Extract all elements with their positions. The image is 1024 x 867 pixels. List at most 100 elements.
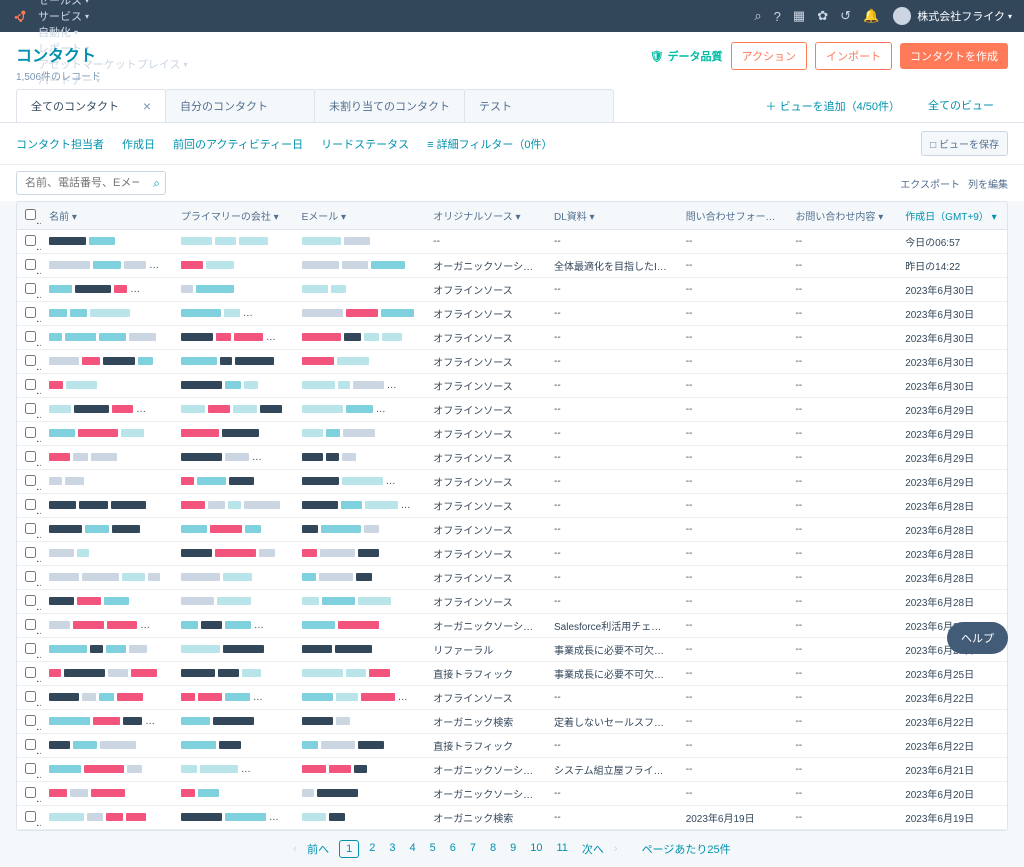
search-input[interactable] (16, 171, 166, 195)
row-checkbox[interactable] (17, 254, 41, 278)
table-row[interactable]: --------今日の06:57 (17, 230, 1007, 254)
page-number[interactable]: 7 (466, 840, 480, 858)
filter-link[interactable]: 作成日 (122, 136, 155, 152)
page-number[interactable]: 3 (385, 840, 399, 858)
row-checkbox[interactable] (17, 710, 41, 734)
row-checkbox[interactable] (17, 422, 41, 446)
tab[interactable]: 自分のコンタクト (165, 89, 315, 122)
page-number[interactable]: 5 (426, 840, 440, 858)
row-checkbox[interactable] (17, 230, 41, 254)
tab[interactable]: テスト (464, 89, 614, 122)
column-header[interactable]: 名前 ▾ (41, 202, 173, 230)
page-number[interactable]: 8 (486, 840, 500, 858)
row-checkbox[interactable] (17, 734, 41, 758)
table-row[interactable]: オーガニックソーシャル全体最適化を目指したITシス…----昨日の14:22 (17, 254, 1007, 278)
table-row[interactable]: 直接トラフィック------2023年6月22日 (17, 734, 1007, 758)
row-checkbox[interactable] (17, 542, 41, 566)
row-checkbox[interactable] (17, 806, 41, 830)
column-header[interactable]: オリジナルソース ▾ (425, 202, 546, 230)
table-row[interactable]: オフラインソース------2023年6月30日 (17, 326, 1007, 350)
import-button[interactable]: インポート (815, 42, 892, 70)
row-checkbox[interactable] (17, 326, 41, 350)
nav-item[interactable]: セールス▾ (38, 0, 187, 8)
table-row[interactable]: 直接トラフィック事業成長に必要不可欠な経営…----2023年6月25日 (17, 662, 1007, 686)
page-number[interactable]: 11 (552, 840, 571, 858)
column-header[interactable]: DL資料 ▾ (546, 202, 678, 230)
column-header[interactable]: お問い合わせ内容 ▾ (787, 202, 897, 230)
account-menu[interactable]: 株式会社フライク ▾ (893, 7, 1012, 25)
page-number[interactable]: 4 (405, 840, 419, 858)
all-views-link[interactable]: 全てのビュー (914, 89, 1008, 122)
row-checkbox[interactable] (17, 614, 41, 638)
table-row[interactable]: オフラインソース------2023年6月28日 (17, 566, 1007, 590)
search-icon[interactable]: ⌕ (754, 8, 761, 24)
table-row[interactable]: オフラインソース------2023年6月30日 (17, 278, 1007, 302)
actions-button[interactable]: アクション (731, 42, 807, 70)
hubspot-logo-icon[interactable] (12, 8, 28, 24)
filter-link[interactable]: リードステータス (321, 136, 409, 152)
table-row[interactable]: オフラインソース------2023年6月28日 (17, 542, 1007, 566)
marketplace-icon[interactable]: ▦ (793, 8, 805, 24)
settings-icon[interactable]: ✿ (817, 8, 828, 24)
page-number[interactable]: 6 (446, 840, 460, 858)
table-row[interactable]: オフラインソース------2023年6月22日 (17, 686, 1007, 710)
row-checkbox[interactable] (17, 278, 41, 302)
row-checkbox[interactable] (17, 782, 41, 806)
tab[interactable]: 全てのコンタクト× (16, 89, 166, 122)
row-checkbox[interactable] (17, 662, 41, 686)
table-row[interactable]: リファーラル事業成長に必要不可欠な経営…----2023年6月27日 (17, 638, 1007, 662)
tab[interactable]: 未割り当てのコンタクト (314, 89, 465, 122)
table-row[interactable]: オフラインソース------2023年6月30日 (17, 302, 1007, 326)
table-row[interactable]: オフラインソース------2023年6月29日 (17, 446, 1007, 470)
help-icon[interactable]: ? (774, 9, 781, 24)
row-checkbox[interactable] (17, 302, 41, 326)
table-row[interactable]: オフラインソース------2023年6月28日 (17, 494, 1007, 518)
add-view-link[interactable]: ＋ ビューを追加（4/50件） (752, 89, 914, 122)
create-contact-button[interactable]: コンタクトを作成 (900, 43, 1008, 69)
column-header[interactable]: Eメール ▾ (294, 202, 426, 230)
select-all[interactable] (17, 202, 41, 230)
advanced-filter-link[interactable]: ≡ 詳細フィルター（0件） (427, 136, 552, 152)
notifications-icon[interactable]: 🔔 (863, 8, 879, 24)
row-checkbox[interactable] (17, 518, 41, 542)
table-row[interactable]: オフラインソース------2023年6月29日 (17, 470, 1007, 494)
data-quality-link[interactable]: 🛡 データ品質 (650, 48, 723, 64)
table-row[interactable]: オフラインソース------2023年6月29日 (17, 422, 1007, 446)
table-row[interactable]: オフラインソース------2023年6月30日 (17, 374, 1007, 398)
edit-columns-link[interactable]: 列を編集 (968, 176, 1008, 191)
search-icon[interactable]: ⌕ (153, 176, 160, 191)
table-row[interactable]: オフラインソース------2023年6月28日 (17, 590, 1007, 614)
per-page-select[interactable]: ページあたり25件 (642, 841, 731, 857)
help-fab[interactable]: ヘルプ (947, 622, 1008, 654)
column-header[interactable]: 作成日（GMT+9） ▾ (897, 202, 1007, 230)
phone-icon[interactable]: ↺ (840, 8, 851, 24)
save-view-button[interactable]: □ ビューを保存 (921, 131, 1008, 156)
row-checkbox[interactable] (17, 470, 41, 494)
column-header[interactable]: 問い合わせフォーム送信日 ▾ (678, 202, 788, 230)
prev-link[interactable]: 前へ (303, 839, 333, 859)
row-checkbox[interactable] (17, 758, 41, 782)
table-row[interactable]: オフラインソース------2023年6月30日 (17, 350, 1007, 374)
filter-link[interactable]: コンタクト担当者 (16, 136, 104, 152)
next-arrow-icon[interactable]: › (614, 843, 618, 855)
row-checkbox[interactable] (17, 638, 41, 662)
row-checkbox[interactable] (17, 374, 41, 398)
page-number[interactable]: 9 (506, 840, 520, 858)
close-icon[interactable]: × (143, 98, 151, 114)
filter-link[interactable]: 前回のアクティビティー日 (173, 136, 303, 152)
nav-item[interactable]: 自動化▾ (38, 24, 187, 40)
prev-arrow-icon[interactable]: ‹ (293, 843, 297, 855)
nav-item[interactable]: サービス▾ (38, 8, 187, 24)
table-row[interactable]: オーガニックソーシャルシステム組立屋フライクがお…----2023年6月21日 (17, 758, 1007, 782)
table-row[interactable]: オーガニックソーシャルSalesforce利活用チェックシ…----2023年6… (17, 614, 1007, 638)
table-row[interactable]: オーガニックソーシャル------2023年6月20日 (17, 782, 1007, 806)
next-link[interactable]: 次へ (578, 839, 608, 859)
column-header[interactable]: プライマリーの会社 ▾ (173, 202, 294, 230)
row-checkbox[interactable] (17, 350, 41, 374)
row-checkbox[interactable] (17, 398, 41, 422)
row-checkbox[interactable] (17, 686, 41, 710)
page-number[interactable]: 1 (339, 840, 359, 858)
table-row[interactable]: オフラインソース------2023年6月29日 (17, 398, 1007, 422)
page-number[interactable]: 10 (526, 840, 546, 858)
row-checkbox[interactable] (17, 590, 41, 614)
